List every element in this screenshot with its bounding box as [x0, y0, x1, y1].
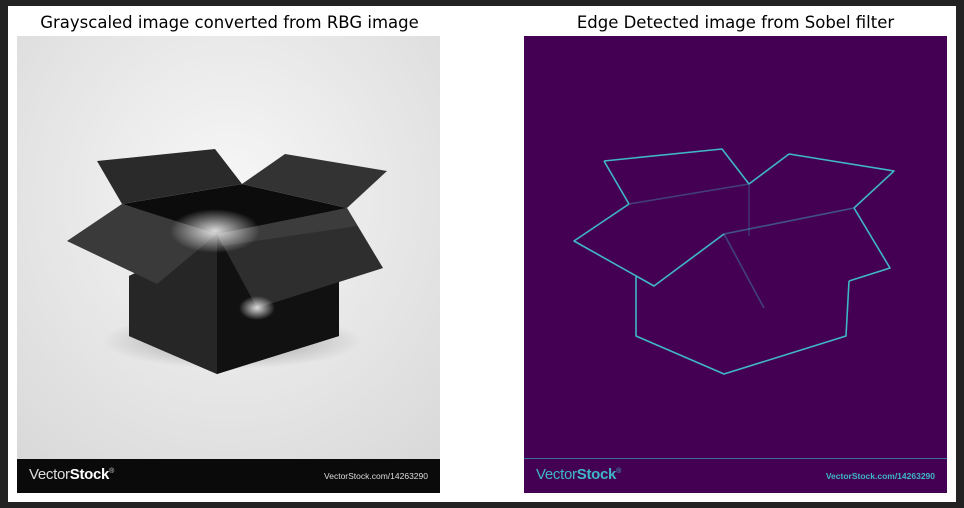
watermark-logo-bold: Stock: [69, 466, 110, 483]
watermark-bar: VectorStock® VectorStock.com/14263290: [17, 459, 440, 493]
watermark-url: VectorStock.com/14263290: [324, 471, 428, 481]
watermark-bar: VectorStock® VectorStock.com/14263290: [524, 459, 947, 493]
figure-canvas: Grayscaled image converted from RBG imag…: [8, 6, 956, 502]
watermark-logo-mark: ®: [109, 468, 114, 475]
watermark-logo-bold: Stock: [576, 466, 617, 483]
watermark-logo-light: Vector: [536, 466, 577, 483]
watermark-url: VectorStock.com/14263290: [825, 471, 935, 481]
right-panel-title: Edge Detected image from Sobel filter: [576, 13, 895, 32]
watermark-logo: VectorStock®: [536, 466, 621, 483]
edge-detected-image: VectorStock® VectorStock.com/14263290: [524, 36, 947, 493]
grayscale-image: VectorStock® VectorStock.com/14263290: [17, 36, 440, 493]
left-panel-title: Grayscaled image converted from RBG imag…: [40, 13, 419, 32]
watermark-logo-mark: ®: [616, 468, 621, 475]
watermark-logo: VectorStock®: [29, 466, 114, 483]
watermark-logo-light: Vector: [29, 466, 70, 483]
